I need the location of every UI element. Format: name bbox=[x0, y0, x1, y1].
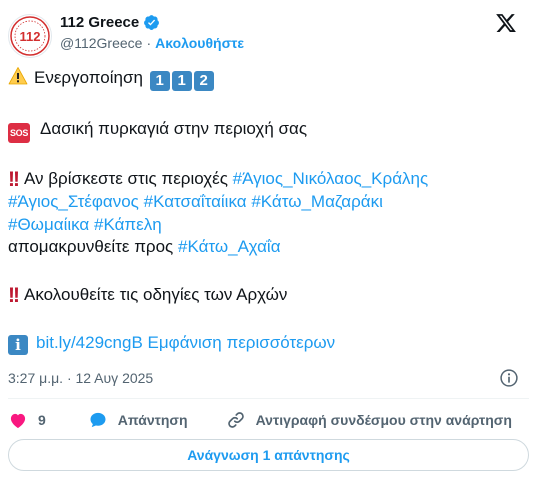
like-button[interactable]: 9 bbox=[8, 410, 46, 430]
line-link: i bit.ly/429cngB Εμφάνιση περισσότερων bbox=[8, 332, 529, 355]
line-areas: !! Αν βρίσκεστε στις περιοχές #Άγιος_Νικό… bbox=[8, 168, 529, 192]
line-fire: SOS Δασική πυρκαγιά στην περιοχή σας bbox=[8, 118, 529, 143]
separator: · bbox=[146, 35, 152, 51]
tweet-meta: 3:27 μ.μ. · 12 Αυγ 2025 bbox=[8, 368, 529, 388]
sos-icon: SOS bbox=[8, 122, 30, 143]
avatar-text: 112 bbox=[20, 29, 41, 44]
double-exclamation-icon: !! bbox=[8, 167, 20, 191]
copy-link-button[interactable]: Αντιγραφή συνδέσμου στην ανάρτηση bbox=[216, 410, 512, 430]
avatar[interactable]: 112 bbox=[8, 14, 52, 58]
line-evacuate: απομακρυνθείτε προς #Κάτω_Αχαΐα bbox=[8, 236, 529, 259]
handle[interactable]: @112Greece bbox=[60, 35, 142, 51]
name-row: 112 Greece bbox=[60, 14, 160, 31]
show-more-link[interactable]: Εμφάνιση περισσότερων bbox=[148, 333, 336, 352]
info-circle-icon[interactable] bbox=[499, 368, 519, 388]
read-replies-button[interactable]: Ανάγνωση 1 απάντησης bbox=[8, 439, 529, 471]
line-hashtags-2: #Θωμαίικα #Κάπελη bbox=[8, 214, 529, 237]
hashtag-link[interactable]: #Κατσαΐταίικα bbox=[144, 192, 247, 211]
keycap-2-icon: 2 bbox=[193, 71, 214, 91]
instructions-text: Ακολουθείτε τις οδηγίες των Αρχών bbox=[24, 284, 288, 304]
reply-label: Απάντηση bbox=[117, 412, 188, 428]
divider bbox=[8, 398, 529, 399]
evacuate-text: απομακρυνθείτε προς bbox=[8, 237, 174, 256]
follow-button[interactable]: Ακολουθήστε bbox=[155, 35, 244, 51]
reply-button[interactable]: Απάντηση bbox=[78, 410, 188, 430]
handle-row: @112Greece · Ακολουθήστε bbox=[60, 35, 244, 51]
copy-link-label: Αντιγραφή συνδέσμου στην ανάρτηση bbox=[255, 412, 512, 428]
speech-bubble-icon bbox=[88, 410, 108, 430]
keycap-1-icon: 1 bbox=[149, 71, 170, 91]
verified-badge-icon bbox=[143, 14, 160, 31]
tweet-card: 112 112 Greece @112Greece · Ακολουθήστε … bbox=[0, 0, 537, 485]
keycap-1-icon: 1 bbox=[171, 71, 192, 91]
activation-text: Ενεργοποίηση bbox=[34, 68, 143, 87]
112-logo-icon: 112 bbox=[10, 16, 50, 56]
information-icon: i bbox=[8, 335, 28, 355]
action-bar: 9 Απάντηση Αντιγραφή συνδέσμου στην ανάρ… bbox=[8, 408, 529, 432]
heart-icon bbox=[8, 410, 28, 430]
warning-icon bbox=[8, 66, 28, 93]
line-hashtags-1: #Άγιος_Στέφανος #Κατσαΐταίικα #Κάτω_Μαζα… bbox=[8, 191, 529, 214]
tweet-header: 112 112 Greece @112Greece · Ακολουθήστε bbox=[8, 10, 529, 60]
hashtag-link[interactable]: #Κάπελη bbox=[94, 215, 162, 234]
fire-text: Δασική πυρκαγιά στην περιοχή σας bbox=[40, 118, 308, 138]
hashtag-link[interactable]: #Κάτω_Αχαΐα bbox=[178, 237, 281, 256]
tweet-text: Ενεργοποίηση 112 SOS Δασική πυρκαγιά στην… bbox=[8, 66, 529, 355]
display-name[interactable]: 112 Greece bbox=[60, 14, 139, 31]
link-chain-icon bbox=[226, 410, 246, 430]
line-instructions: !! Ακολουθείτε τις οδηγίες των Αρχών bbox=[8, 284, 529, 308]
x-logo-icon[interactable] bbox=[495, 12, 519, 36]
short-link[interactable]: bit.ly/429cngB bbox=[36, 333, 143, 352]
hashtag-link[interactable]: #Άγιος_Νικόλαος_Κράλης bbox=[233, 169, 429, 188]
double-exclamation-icon: !! bbox=[8, 283, 20, 307]
line-activation: Ενεργοποίηση 112 bbox=[8, 66, 529, 93]
areas-text: Αν βρίσκεστε στις περιοχές bbox=[24, 168, 228, 188]
hashtag-link[interactable]: #Κάτω_Μαζαράκι bbox=[251, 192, 383, 211]
hashtag-link[interactable]: #Άγιος_Στέφανος bbox=[8, 192, 139, 211]
timestamp[interactable]: 3:27 μ.μ. · 12 Αυγ 2025 bbox=[8, 370, 153, 386]
hashtag-link[interactable]: #Θωμαίικα bbox=[8, 215, 89, 234]
like-count: 9 bbox=[38, 412, 46, 428]
